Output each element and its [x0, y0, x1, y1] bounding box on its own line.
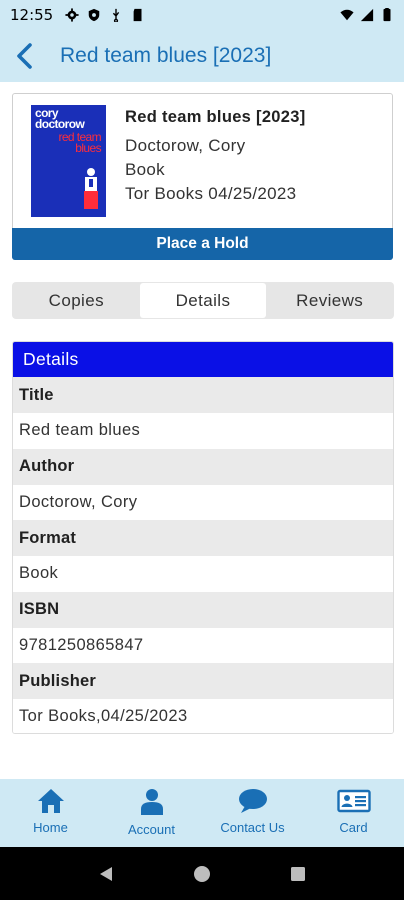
wifi-icon [340, 9, 354, 21]
detail-value-format: Book [13, 556, 393, 592]
place-hold-button[interactable]: Place a Hold [12, 228, 393, 260]
signal-icon [360, 8, 374, 22]
book-publisher: Tor Books 04/25/2023 [125, 184, 297, 203]
nav-account[interactable]: Account [101, 779, 202, 847]
detail-value-publisher: Tor Books,04/25/2023 [13, 699, 393, 733]
detail-label-isbn: ISBN [13, 591, 393, 628]
tab-copies[interactable]: Copies [13, 283, 140, 318]
book-info: Red team blues [2023] Doctorow, Cory Boo… [125, 108, 306, 208]
detail-label-format: Format [13, 520, 393, 556]
cover-figure-icon [84, 168, 98, 209]
details-header: Details [13, 342, 393, 377]
book-title: Red team blues [2023] [125, 108, 306, 126]
detail-label-publisher: Publisher [13, 663, 393, 699]
home-icon [37, 789, 64, 813]
system-recents-icon[interactable] [289, 865, 307, 883]
bottom-nav: Home Account Contact Us Card [0, 779, 404, 847]
system-home-icon[interactable] [193, 865, 211, 883]
cover-title-text: red team blues [58, 130, 101, 155]
usb-icon [113, 8, 120, 22]
nav-contact-us-label: Contact Us [220, 820, 285, 835]
segmented-tabs: Copies Details Reviews [12, 282, 394, 319]
system-back-icon[interactable] [97, 865, 115, 883]
app-bar: Red team blues [2023] [0, 30, 404, 82]
sd-card-icon [133, 8, 142, 22]
battery-icon [383, 8, 391, 22]
nav-card[interactable]: Card [303, 779, 404, 847]
status-bar: 12:55 [0, 0, 404, 30]
back-arrow-icon [17, 43, 32, 69]
detail-value-title: Red team blues [13, 413, 393, 449]
book-cover-image[interactable]: cory doctorow red team blues [31, 105, 106, 217]
shield-icon [88, 8, 100, 22]
chat-icon [238, 789, 267, 813]
settings-icon [65, 8, 79, 22]
book-card: cory doctorow red team blues Red team bl… [12, 93, 393, 260]
account-icon [140, 789, 163, 815]
book-format: Book [125, 160, 165, 179]
nav-home-label: Home [33, 820, 68, 835]
detail-value-author: Doctorow, Cory [13, 484, 393, 520]
detail-label-title: Title [13, 377, 393, 413]
detail-label-author: Author [13, 448, 393, 485]
status-time: 12:55 [10, 6, 54, 24]
tab-details[interactable]: Details [139, 283, 267, 318]
card-icon [336, 789, 371, 813]
back-button[interactable] [0, 30, 50, 82]
detail-value-isbn: 9781250865847 [13, 627, 393, 663]
system-nav-bar [0, 847, 404, 900]
nav-contact-us[interactable]: Contact Us [202, 779, 303, 847]
nav-card-label: Card [339, 820, 368, 835]
page-title: Red team blues [2023] [60, 44, 272, 67]
nav-account-label: Account [128, 822, 175, 837]
book-author: Doctorow, Cory [125, 136, 246, 155]
cover-author-text: cory doctorow [35, 106, 85, 131]
tab-reviews[interactable]: Reviews [266, 283, 393, 318]
nav-home[interactable]: Home [0, 779, 101, 847]
details-panel: Details Title Red team blues Author Doct… [12, 341, 394, 734]
